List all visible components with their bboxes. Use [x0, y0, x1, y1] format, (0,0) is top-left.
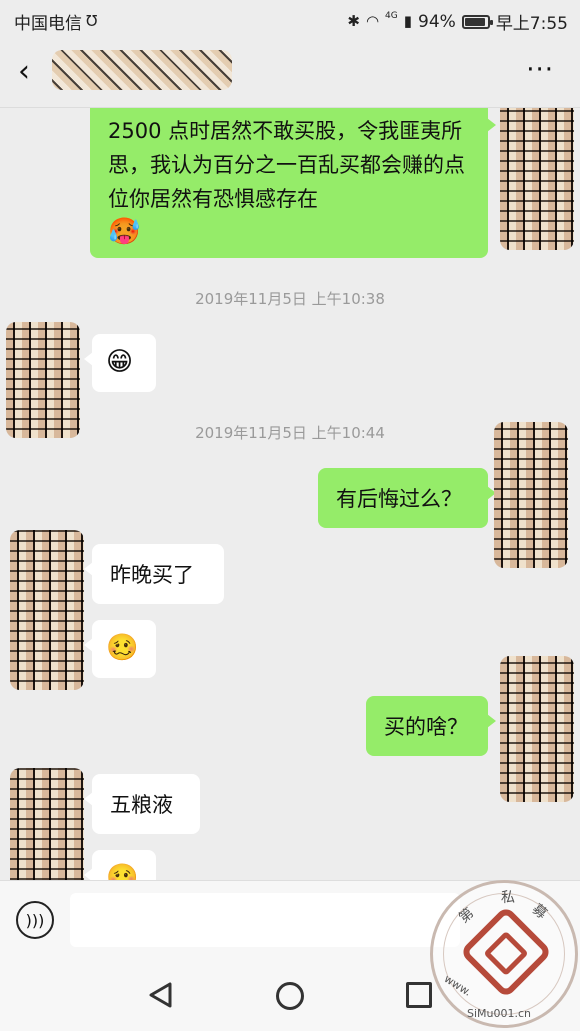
network-type-label: 4G — [385, 10, 398, 21]
timestamp: 2019年11月5日 上午10:44 — [195, 424, 385, 442]
more-dots-icon[interactable]: ··· — [526, 57, 554, 83]
message-text: 买的啥？ — [384, 715, 468, 739]
message-bubble-incoming[interactable]: 昨晚买了 — [84, 544, 224, 604]
message-text: 五粮液 — [110, 793, 173, 817]
carrier-label: 中国电信 — [14, 14, 82, 34]
nav-back-icon[interactable] — [146, 980, 176, 1010]
watermark-url: SiMu001.cn — [467, 1007, 532, 1020]
status-bar: 中国电信 Ʊ ✱ ◠ 4G ▮ 94% 早上7:55 — [0, 0, 580, 40]
watermark-char: 私 — [501, 890, 515, 906]
chat-message-list[interactable]: 2500 点时居然不敢买股，令我匪夷所思，我认为百分之一百乱买都会赚的点位你居然… — [0, 108, 580, 880]
avatar-contact[interactable] — [10, 768, 84, 880]
wifi-icon: ◠ — [365, 12, 380, 30]
chat-title-bar: ‹ ··· — [0, 40, 580, 108]
message-text: 2500 点时居然不敢买股，令我匪夷所思，我认为百分之一百乱买都会赚的点位你居然… — [108, 119, 465, 211]
message-bubble-incoming[interactable]: 😁 — [84, 334, 156, 392]
woozy-face-emoji: 🥴 — [106, 863, 139, 880]
message-bubble-outgoing[interactable]: 2500 点时居然不敢买股，令我匪夷所思，我认为百分之一百乱买都会赚的点位你居然… — [90, 108, 496, 258]
signal-icon: ▮ — [403, 12, 413, 30]
contact-name-blurred — [52, 50, 232, 90]
hot-face-emoji: 🥵 — [108, 217, 141, 247]
battery-icon — [461, 14, 493, 29]
nav-recents-icon[interactable] — [406, 982, 432, 1008]
clock: 早上7:55 — [495, 14, 568, 34]
message-bubble-incoming[interactable]: 🥴 — [84, 620, 156, 678]
battery-percent: 94% — [418, 11, 456, 32]
u-shield-icon: Ʊ — [86, 12, 98, 30]
message-input[interactable] — [70, 893, 460, 947]
avatar-contact[interactable] — [10, 530, 84, 690]
message-text: 昨晚买了 — [110, 563, 194, 587]
nav-home-icon[interactable] — [276, 982, 304, 1010]
woozy-face-emoji: 🥴 — [106, 633, 139, 663]
watermark-stamp: 第 私 募 www. SiMu001.cn — [430, 880, 578, 1028]
avatar-self[interactable] — [500, 108, 574, 250]
avatar-self[interactable] — [494, 422, 568, 568]
message-bubble-outgoing[interactable]: 买的啥？ — [366, 696, 496, 756]
message-bubble-incoming[interactable]: 🥴 — [84, 850, 156, 880]
bluetooth-icon: ✱ — [347, 12, 360, 30]
avatar-contact[interactable] — [6, 322, 80, 438]
avatar-self[interactable] — [500, 656, 574, 802]
message-bubble-outgoing[interactable]: 有后悔过么？ — [318, 468, 496, 528]
chevron-left-icon[interactable]: ‹ — [18, 57, 48, 88]
timestamp: 2019年11月5日 上午10:38 — [195, 290, 385, 308]
message-text: 有后悔过么？ — [336, 487, 462, 511]
voice-icon[interactable]: ))) — [16, 901, 54, 939]
grinning-face-emoji: 😁 — [106, 347, 134, 377]
message-bubble-incoming[interactable]: 五粮液 — [84, 774, 200, 834]
